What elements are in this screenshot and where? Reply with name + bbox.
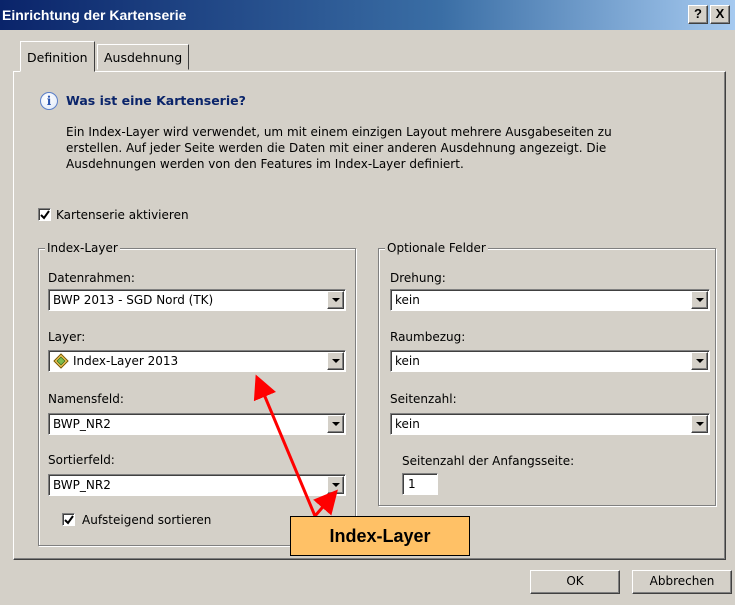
info-line: erstellen. Auf jeder Seite werden die Da…	[66, 141, 607, 155]
sort-ascending-label: Aufsteigend sortieren	[82, 513, 212, 527]
layer-value: Index-Layer 2013	[73, 354, 179, 368]
sortierfeld-value: BWP_NR2	[53, 478, 111, 492]
enable-series-checkbox[interactable]	[38, 208, 51, 221]
index-layer-callout: Index-Layer	[290, 516, 470, 556]
dropdown-arrow-button[interactable]	[691, 291, 708, 309]
layer-select[interactable]: Index-Layer 2013	[48, 350, 346, 372]
polygon-layer-icon	[53, 353, 69, 369]
chevron-down-icon	[332, 483, 340, 487]
index-layer-group-title: Index-Layer	[45, 241, 120, 255]
raumbezug-select[interactable]: kein	[390, 350, 710, 372]
chevron-down-icon	[696, 359, 704, 363]
chevron-down-icon	[332, 359, 340, 363]
optional-fields-group-title: Optionale Felder	[385, 241, 488, 255]
dropdown-arrow-button[interactable]	[327, 415, 344, 433]
checkmark-icon	[64, 515, 74, 525]
dropdown-arrow-button[interactable]	[691, 415, 708, 433]
info-heading: Was ist eine Kartenserie?	[66, 93, 246, 108]
chevron-down-icon	[696, 422, 704, 426]
chevron-down-icon	[696, 298, 704, 302]
dropdown-arrow-button[interactable]	[327, 352, 344, 370]
drehung-label: Drehung:	[390, 271, 446, 285]
chevron-down-icon	[332, 422, 340, 426]
namensfeld-select[interactable]: BWP_NR2	[48, 413, 346, 435]
dropdown-arrow-button[interactable]	[691, 352, 708, 370]
window-title: Einrichtung der Kartenserie	[2, 7, 187, 23]
close-button[interactable]: X	[710, 5, 730, 24]
cancel-button[interactable]: Abbrechen	[632, 570, 732, 594]
info-line: Ausdehnungen werden von den Features im …	[66, 157, 464, 171]
help-button[interactable]: ?	[688, 5, 708, 24]
chevron-down-icon	[332, 298, 340, 302]
namensfeld-value: BWP_NR2	[53, 417, 111, 431]
datenrahmen-label: Datenrahmen:	[48, 271, 135, 285]
ok-button[interactable]: OK	[530, 570, 620, 594]
dropdown-arrow-button[interactable]	[327, 476, 344, 494]
info-line: Ein Index-Layer wird verwendet, um mit e…	[66, 125, 612, 139]
start-page-input[interactable]: 1	[402, 473, 438, 495]
drehung-value: kein	[395, 293, 420, 307]
start-page-value: 1	[408, 477, 416, 491]
title-bar: Einrichtung der Kartenserie ? X	[0, 0, 735, 30]
dropdown-arrow-button[interactable]	[327, 291, 344, 309]
seitenzahl-value: kein	[395, 417, 420, 431]
sortierfeld-select[interactable]: BWP_NR2	[48, 474, 346, 496]
sortierfeld-label: Sortierfeld:	[48, 453, 115, 467]
info-icon: i	[40, 92, 58, 110]
tab-ausdehnung[interactable]: Ausdehnung	[97, 44, 190, 70]
start-page-label: Seitenzahl der Anfangsseite:	[402, 454, 575, 468]
checkmark-icon	[40, 210, 50, 220]
tab-definition[interactable]: Definition	[20, 41, 95, 72]
raumbezug-label: Raumbezug:	[390, 330, 466, 344]
datenrahmen-value: BWP 2013 - SGD Nord (TK)	[53, 293, 214, 307]
seitenzahl-select[interactable]: kein	[390, 413, 710, 435]
raumbezug-value: kein	[395, 354, 420, 368]
datenrahmen-select[interactable]: BWP 2013 - SGD Nord (TK)	[48, 289, 346, 311]
enable-series-label: Kartenserie aktivieren	[56, 208, 189, 222]
drehung-select[interactable]: kein	[390, 289, 710, 311]
layer-label: Layer:	[48, 330, 86, 344]
sort-ascending-checkbox[interactable]	[62, 513, 75, 526]
info-text: Ein Index-Layer wird verwendet, um mit e…	[66, 124, 686, 172]
namensfeld-label: Namensfeld:	[48, 392, 124, 406]
seitenzahl-label: Seitenzahl:	[390, 392, 457, 406]
